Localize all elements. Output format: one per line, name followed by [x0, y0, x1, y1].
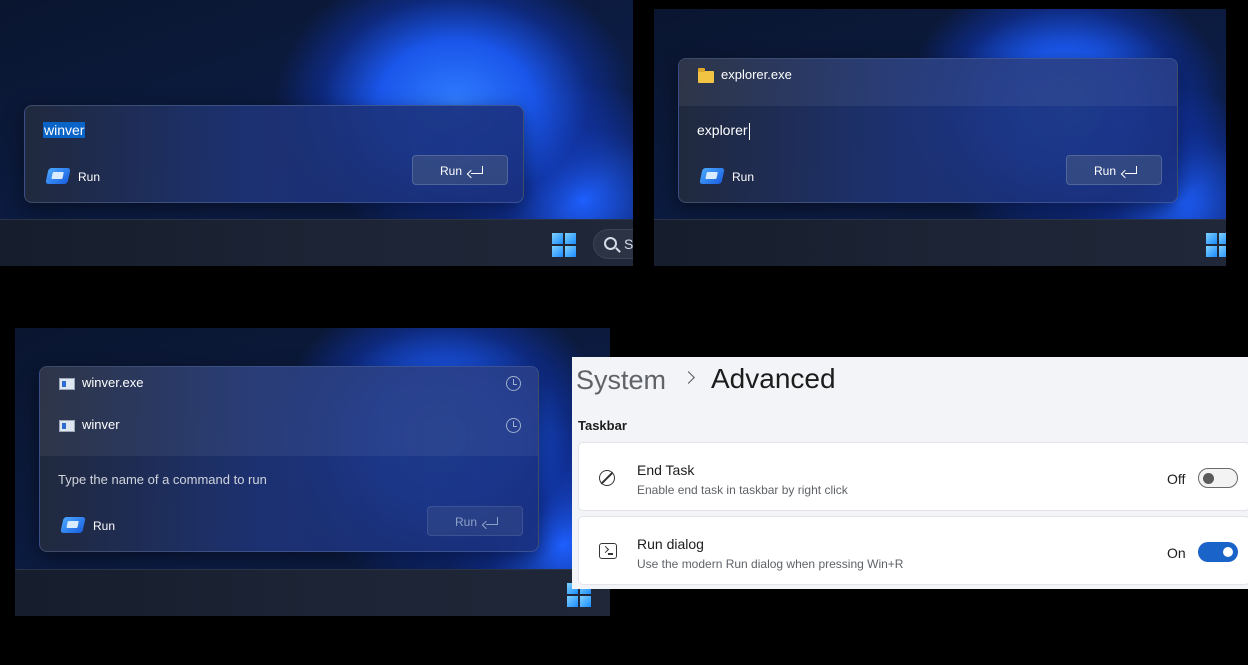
- run-button[interactable]: Run: [412, 155, 508, 185]
- run-input[interactable]: winver: [43, 122, 86, 138]
- setting-card-end-task: End Task Enable end task in taskbar by r…: [578, 442, 1248, 511]
- history-icon: [506, 376, 521, 391]
- run-button[interactable]: Run: [1066, 155, 1162, 185]
- enter-icon: [1125, 166, 1137, 174]
- taskbar: [654, 219, 1226, 266]
- taskbar: S: [0, 219, 633, 266]
- run-dialog-toggle[interactable]: [1198, 542, 1238, 562]
- taskbar-search[interactable]: S: [593, 229, 633, 259]
- chevron-right-icon: [682, 371, 695, 384]
- run-dialog: explorer.exe explorer Run Run: [678, 58, 1178, 203]
- breadcrumb-parent[interactable]: System: [576, 365, 666, 396]
- run-dialog: winver.exe winver Type the name of a com…: [39, 366, 539, 552]
- settings-advanced-panel: System Advanced Taskbar End Task Enable …: [572, 357, 1248, 589]
- history-item-label: winver.exe: [82, 375, 144, 390]
- setting-title: Run dialog: [637, 536, 704, 552]
- run-app-label: Run: [78, 170, 101, 184]
- app-icon: [59, 378, 75, 390]
- history-item-label: winver: [82, 417, 120, 432]
- run-dialog: winver Run Run: [24, 105, 524, 203]
- run-button[interactable]: Run: [427, 506, 523, 536]
- setting-card-run-dialog: Run dialog Use the modern Run dialog whe…: [578, 516, 1248, 585]
- run-app-icon: [45, 168, 71, 184]
- run-button-label: Run: [455, 515, 478, 529]
- run-app-icon: [699, 168, 725, 184]
- run-button-label: Run: [440, 164, 463, 178]
- run-app-label: Run: [732, 170, 755, 184]
- placeholder-text: Type the name of a command to run: [58, 472, 267, 487]
- start-windows-icon[interactable]: [1206, 233, 1226, 257]
- toggle-state-label: On: [1167, 545, 1186, 561]
- section-heading: Taskbar: [578, 418, 627, 433]
- run-button-label: Run: [1094, 164, 1117, 178]
- run-input[interactable]: Type the name of a command to run: [58, 472, 267, 487]
- screenshot-panel-1: winver Run Run S: [0, 0, 633, 266]
- start-windows-icon[interactable]: [552, 233, 576, 257]
- taskbar: [15, 569, 610, 616]
- screenshot-panel-2: explorer.exe explorer Run Run: [654, 9, 1226, 266]
- run-app-label: Run: [93, 519, 116, 533]
- history-item[interactable]: winver: [40, 409, 538, 445]
- text-caret: [748, 122, 750, 140]
- setting-description: Enable end task in taskbar by right clic…: [637, 483, 848, 497]
- page-title: Advanced: [711, 363, 836, 394]
- history-icon: [506, 418, 521, 433]
- run-app-icon: [60, 517, 86, 533]
- search-text: S: [624, 236, 633, 252]
- history-item[interactable]: winver.exe: [40, 367, 538, 403]
- toggle-state-label: Off: [1167, 471, 1186, 487]
- setting-title: End Task: [637, 462, 695, 478]
- suggestion-row[interactable]: explorer.exe: [679, 59, 1177, 106]
- app-icon: [59, 420, 75, 432]
- input-value: explorer: [697, 122, 748, 138]
- folder-icon: [698, 68, 714, 83]
- enter-icon: [471, 166, 483, 174]
- selected-text: winver: [43, 122, 86, 138]
- terminal-icon: [599, 543, 617, 559]
- screenshot-panel-3: winver.exe winver Type the name of a com…: [15, 328, 610, 616]
- setting-description: Use the modern Run dialog when pressing …: [637, 557, 904, 571]
- suggestion-label: explorer.exe: [721, 67, 792, 82]
- block-icon: [599, 470, 615, 486]
- enter-icon: [486, 517, 498, 525]
- history-list: winver.exe winver: [40, 367, 538, 456]
- end-task-toggle[interactable]: [1198, 468, 1238, 488]
- search-icon: [604, 237, 617, 250]
- run-input[interactable]: explorer: [697, 122, 750, 140]
